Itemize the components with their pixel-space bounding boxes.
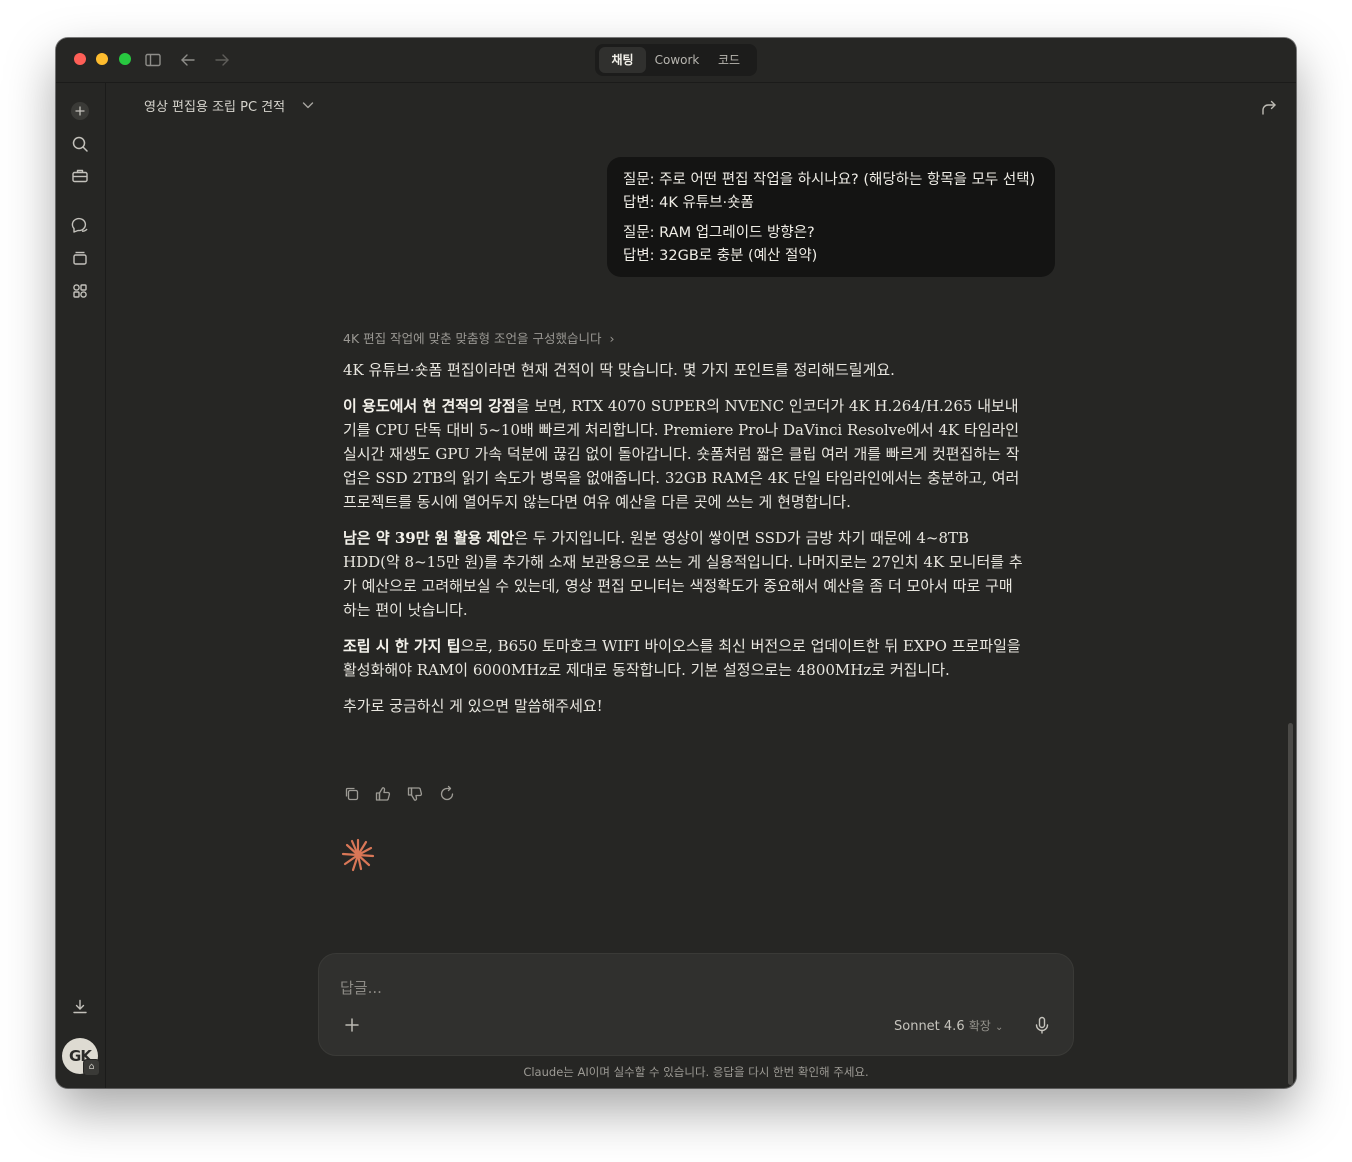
answer-2: 답변: 32GB로 충분 (예산 절약) [623, 248, 818, 264]
thumbs-down-icon[interactable] [406, 785, 424, 803]
answer-bold: 남은 약 39만 원 활용 제안 [343, 529, 515, 547]
tab-code[interactable]: 코드 [708, 47, 750, 73]
titlebar: 채팅 Cowork 코드 [56, 38, 1296, 83]
forward-arrow-icon[interactable] [212, 50, 232, 70]
claude-logo-icon [341, 838, 375, 872]
chats-icon[interactable] [69, 214, 91, 236]
answer-bold: 이 용도에서 현 견적의 강점 [343, 397, 516, 415]
user-message: 질문: 주로 어떤 편집 작업을 하시나요? (해당하는 항목을 모두 선택) … [607, 157, 1055, 277]
app-window: 채팅 Cowork 코드 GK ⌂ 영상 편집용 조립 PC 견적 질문: 주로… [56, 38, 1296, 1088]
thinking-summary[interactable]: 4K 편집 작업에 맞춘 맞춤형 조언을 구성했습니다 › [343, 328, 614, 347]
answer-bold: 조립 시 한 가지 팁 [343, 637, 461, 655]
chevron-right-icon: › [609, 331, 615, 346]
microphone-icon[interactable] [1032, 1015, 1052, 1035]
scrollbar[interactable] [1288, 723, 1293, 1085]
tab-chat[interactable]: 채팅 [599, 47, 646, 73]
mode-switch: 채팅 Cowork 코드 [595, 44, 757, 76]
minimize-window-button[interactable] [96, 53, 108, 65]
back-arrow-icon[interactable] [178, 50, 198, 70]
answer-paragraph: 조립 시 한 가지 팁으로, B650 토마호크 WIFI 바이오스를 최신 버… [343, 634, 1023, 682]
tab-cowork[interactable]: Cowork [648, 47, 706, 73]
question-2: 질문: RAM 업그레이드 방향은? [623, 225, 815, 241]
model-selector[interactable]: Sonnet 4.6 확장 ⌄ [894, 1017, 1003, 1034]
sidebar: GK ⌂ [56, 83, 106, 1088]
conversation-title[interactable]: 영상 편집용 조립 PC 견적 [144, 96, 285, 115]
chevron-down-icon[interactable] [300, 97, 316, 113]
chevron-down-icon: ⌄ [994, 1022, 1004, 1033]
new-chat-icon[interactable] [69, 100, 91, 122]
assistant-message: 4K 유튜브·숏폼 편집이라면 현재 견적이 딱 맞습니다. 몇 가지 포인트를… [343, 358, 1023, 730]
download-icon[interactable] [69, 996, 91, 1018]
retry-icon[interactable] [438, 785, 456, 803]
artifacts-icon[interactable] [69, 280, 91, 302]
sidebar-toggle-icon[interactable] [143, 50, 163, 70]
answer-1: 답변: 4K 유튜브·숏폼 [623, 195, 754, 211]
reply-input[interactable]: 답글... [340, 977, 382, 998]
add-attachment-icon[interactable] [342, 1015, 362, 1035]
answer-paragraph: 4K 유튜브·숏폼 편집이라면 현재 견적이 딱 맞습니다. 몇 가지 포인트를… [343, 361, 895, 379]
search-icon[interactable] [69, 133, 91, 155]
model-name: Sonnet 4.6 [894, 1019, 965, 1034]
disclaimer: Claude는 AI이며 실수할 수 있습니다. 응답을 다시 한번 확인해 주… [523, 1065, 869, 1079]
question-1: 질문: 주로 어떤 편집 작업을 하시나요? (해당하는 항목을 모두 선택) [623, 172, 1036, 188]
answer-paragraph: 남은 약 39만 원 활용 제안은 두 가지입니다. 원본 영상이 쌓이면 SS… [343, 526, 1023, 622]
close-window-button[interactable] [74, 53, 86, 65]
share-icon[interactable] [1259, 98, 1279, 118]
model-mode: 확장 [968, 1019, 991, 1033]
thumbs-up-icon[interactable] [374, 785, 392, 803]
zoom-window-button[interactable] [119, 53, 131, 65]
answer-paragraph: 추가로 궁금하신 게 있으면 말씀해주세요! [343, 697, 603, 715]
thinking-summary-label: 4K 편집 작업에 맞춘 맞춤형 조언을 구성했습니다 [343, 331, 602, 346]
answer-paragraph: 이 용도에서 현 견적의 강점을 보면, RTX 4070 SUPER의 NVE… [343, 394, 1023, 514]
projects-icon[interactable] [69, 247, 91, 269]
toolbox-icon[interactable] [69, 165, 91, 187]
message-composer[interactable]: 답글... Sonnet 4.6 확장 ⌄ [318, 953, 1074, 1056]
copy-icon[interactable] [343, 785, 361, 803]
